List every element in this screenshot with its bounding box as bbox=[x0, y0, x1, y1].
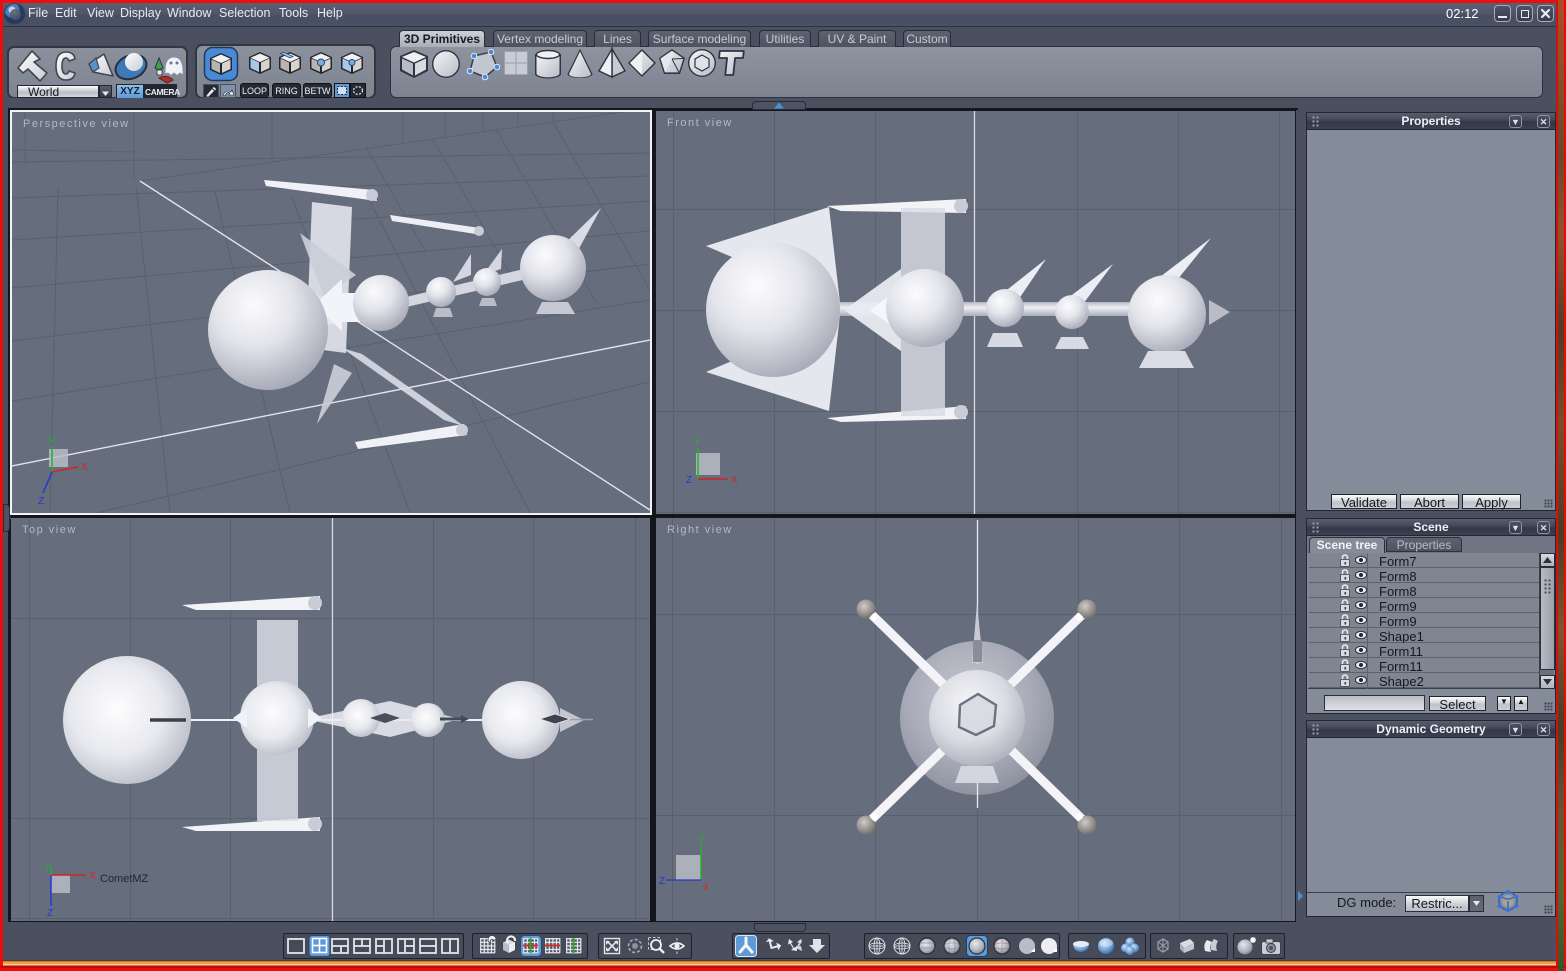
svg-text:X: X bbox=[703, 882, 709, 892]
svg-text:CometMZ: CometMZ bbox=[100, 873, 149, 885]
svg-text:Z: Z bbox=[686, 475, 692, 486]
svg-text:Y: Y bbox=[48, 436, 55, 447]
svg-text:Z: Z bbox=[659, 876, 665, 887]
svg-text:Y: Y bbox=[45, 862, 51, 872]
svg-text:Y: Y bbox=[698, 834, 705, 845]
svg-text:Y: Y bbox=[694, 437, 701, 448]
svg-text:X: X bbox=[89, 871, 96, 882]
svg-text:X: X bbox=[81, 462, 88, 473]
svg-text:X: X bbox=[731, 475, 738, 486]
svg-text:Z: Z bbox=[38, 496, 44, 507]
svg-text:Z: Z bbox=[47, 908, 53, 919]
